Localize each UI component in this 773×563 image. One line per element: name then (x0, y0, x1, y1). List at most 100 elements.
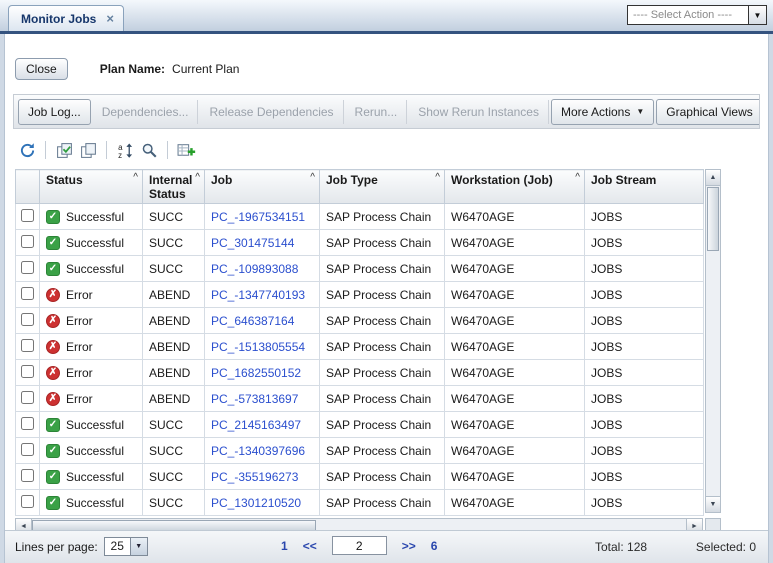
table-row: ✗ErrorABENDPC_1682550152SAP Process Chai… (16, 360, 704, 386)
jobs-table-zone: Status^Internal Status^Job^Job Type^Work… (15, 169, 721, 516)
status-cell: ✓Successful (40, 438, 143, 464)
column-header-label: Status (46, 173, 83, 187)
job-cell: PC_-109893088 (205, 256, 320, 282)
table-add-icon[interactable] (174, 138, 198, 162)
row-checkbox[interactable] (21, 495, 34, 508)
toolbar-button-more-actions[interactable]: More Actions▼ (551, 99, 654, 125)
job-type-cell: SAP Process Chain (320, 438, 445, 464)
sort-icon[interactable]: az (113, 138, 137, 162)
row-checkbox[interactable] (21, 417, 34, 430)
row-checkbox[interactable] (21, 443, 34, 456)
tab-close-icon[interactable]: × (106, 12, 114, 25)
row-select-cell (16, 386, 40, 412)
column-header-status[interactable]: Status^ (40, 170, 143, 204)
internal-status-cell: ABEND (143, 282, 205, 308)
job-link[interactable]: PC_1301210520 (211, 496, 301, 510)
job-link[interactable]: PC_-1967534151 (211, 210, 305, 224)
job-type-cell: SAP Process Chain (320, 204, 445, 230)
job-type-cell: SAP Process Chain (320, 308, 445, 334)
job-link[interactable]: PC_-1513805554 (211, 340, 305, 354)
job-link[interactable]: PC_2145163497 (211, 418, 301, 432)
row-select-cell (16, 334, 40, 360)
internal-status-cell: ABEND (143, 386, 205, 412)
row-checkbox[interactable] (21, 391, 34, 404)
row-checkbox[interactable] (21, 235, 34, 248)
table-body: ✓SuccessfulSUCCPC_-1967534151SAP Process… (16, 204, 704, 516)
workstation-cell: W6470AGE (445, 464, 585, 490)
job-stream-cell: JOBS (585, 282, 704, 308)
job-link[interactable]: PC_1682550152 (211, 366, 301, 380)
workstation-cell: W6470AGE (445, 360, 585, 386)
internal-status-cell: SUCC (143, 256, 205, 282)
row-select-cell (16, 438, 40, 464)
vertical-scroll-thumb[interactable] (707, 187, 719, 251)
row-select-cell (16, 204, 40, 230)
row-checkbox[interactable] (21, 209, 34, 222)
row-checkbox[interactable] (21, 339, 34, 352)
job-link[interactable]: PC_646387164 (211, 314, 294, 328)
status-cell: ✗Error (40, 282, 143, 308)
row-checkbox[interactable] (21, 313, 34, 326)
scroll-up-icon[interactable]: ▲ (706, 170, 720, 186)
page-first-link[interactable]: 1 (281, 539, 288, 553)
error-icon: ✗ (46, 392, 60, 406)
status-text: Successful (66, 210, 124, 224)
job-link[interactable]: PC_-355196273 (211, 470, 298, 484)
select-action-dropdown[interactable]: ---- Select Action ---- ▼ (627, 5, 767, 25)
column-header-internal-status[interactable]: Internal Status^ (143, 170, 205, 204)
scroll-down-icon[interactable]: ▼ (706, 496, 720, 512)
monitor-jobs-window: Monitor Jobs × ---- Select Action ---- ▼… (0, 0, 773, 563)
close-button[interactable]: Close (15, 58, 68, 80)
refresh-icon[interactable] (15, 138, 39, 162)
status-text: Successful (66, 236, 124, 250)
page-next-link[interactable]: >> (402, 539, 416, 553)
table-row: ✗ErrorABENDPC_-1513805554SAP Process Cha… (16, 334, 704, 360)
workstation-cell: W6470AGE (445, 334, 585, 360)
column-header-job[interactable]: Job^ (205, 170, 320, 204)
tab-monitor-jobs[interactable]: Monitor Jobs × (8, 5, 124, 31)
workstation-cell: W6470AGE (445, 386, 585, 412)
table-row: ✓SuccessfulSUCCPC_2145163497SAP Process … (16, 412, 704, 438)
success-icon: ✓ (46, 236, 60, 250)
page-prev-link[interactable]: << (303, 539, 317, 553)
job-link[interactable]: PC_-573813697 (211, 392, 298, 406)
row-select-cell (16, 360, 40, 386)
select-all-icon[interactable] (52, 138, 76, 162)
job-link[interactable]: PC_301475144 (211, 236, 294, 250)
toolbar-separator (45, 141, 46, 159)
row-select-cell (16, 464, 40, 490)
row-checkbox[interactable] (21, 287, 34, 300)
status-cell: ✓Successful (40, 204, 143, 230)
search-icon[interactable] (137, 138, 161, 162)
success-icon: ✓ (46, 444, 60, 458)
column-header-job-type[interactable]: Job Type^ (320, 170, 445, 204)
sort-caret-icon: ^ (575, 172, 580, 183)
job-link[interactable]: PC_-1347740193 (211, 288, 305, 302)
toolbar-button-job-log[interactable]: Job Log... (18, 99, 91, 125)
job-type-cell: SAP Process Chain (320, 464, 445, 490)
toolbar-button-rerun: Rerun... (346, 100, 408, 124)
error-icon: ✗ (46, 366, 60, 380)
toolbar-button-graphical-views[interactable]: Graphical Views▼ (656, 99, 760, 125)
column-header-label: Job (211, 173, 232, 187)
deselect-all-icon[interactable] (76, 138, 100, 162)
chevron-down-icon: ▼ (759, 107, 760, 116)
vertical-scrollbar[interactable]: ▲ ▼ (705, 169, 721, 513)
column-header-workstation-job[interactable]: Workstation (Job)^ (445, 170, 585, 204)
internal-status-cell: SUCC (143, 490, 205, 516)
page-last-link[interactable]: 6 (431, 539, 438, 553)
status-cell: ✗Error (40, 360, 143, 386)
toolbar-button-label: Rerun... (355, 105, 398, 119)
job-link[interactable]: PC_-1340397696 (211, 444, 305, 458)
current-page-input[interactable]: 2 (332, 536, 387, 555)
internal-status-cell: ABEND (143, 308, 205, 334)
row-checkbox[interactable] (21, 365, 34, 378)
job-link[interactable]: PC_-109893088 (211, 262, 298, 276)
row-checkbox[interactable] (21, 261, 34, 274)
content-panel: Close Plan Name: Current Plan Job Log...… (4, 34, 769, 563)
row-checkbox[interactable] (21, 469, 34, 482)
lines-per-page-select[interactable]: 25 ▼ (104, 537, 148, 556)
job-stream-cell: JOBS (585, 386, 704, 412)
plan-name-value: Current Plan (172, 62, 239, 76)
job-stream-cell: JOBS (585, 438, 704, 464)
